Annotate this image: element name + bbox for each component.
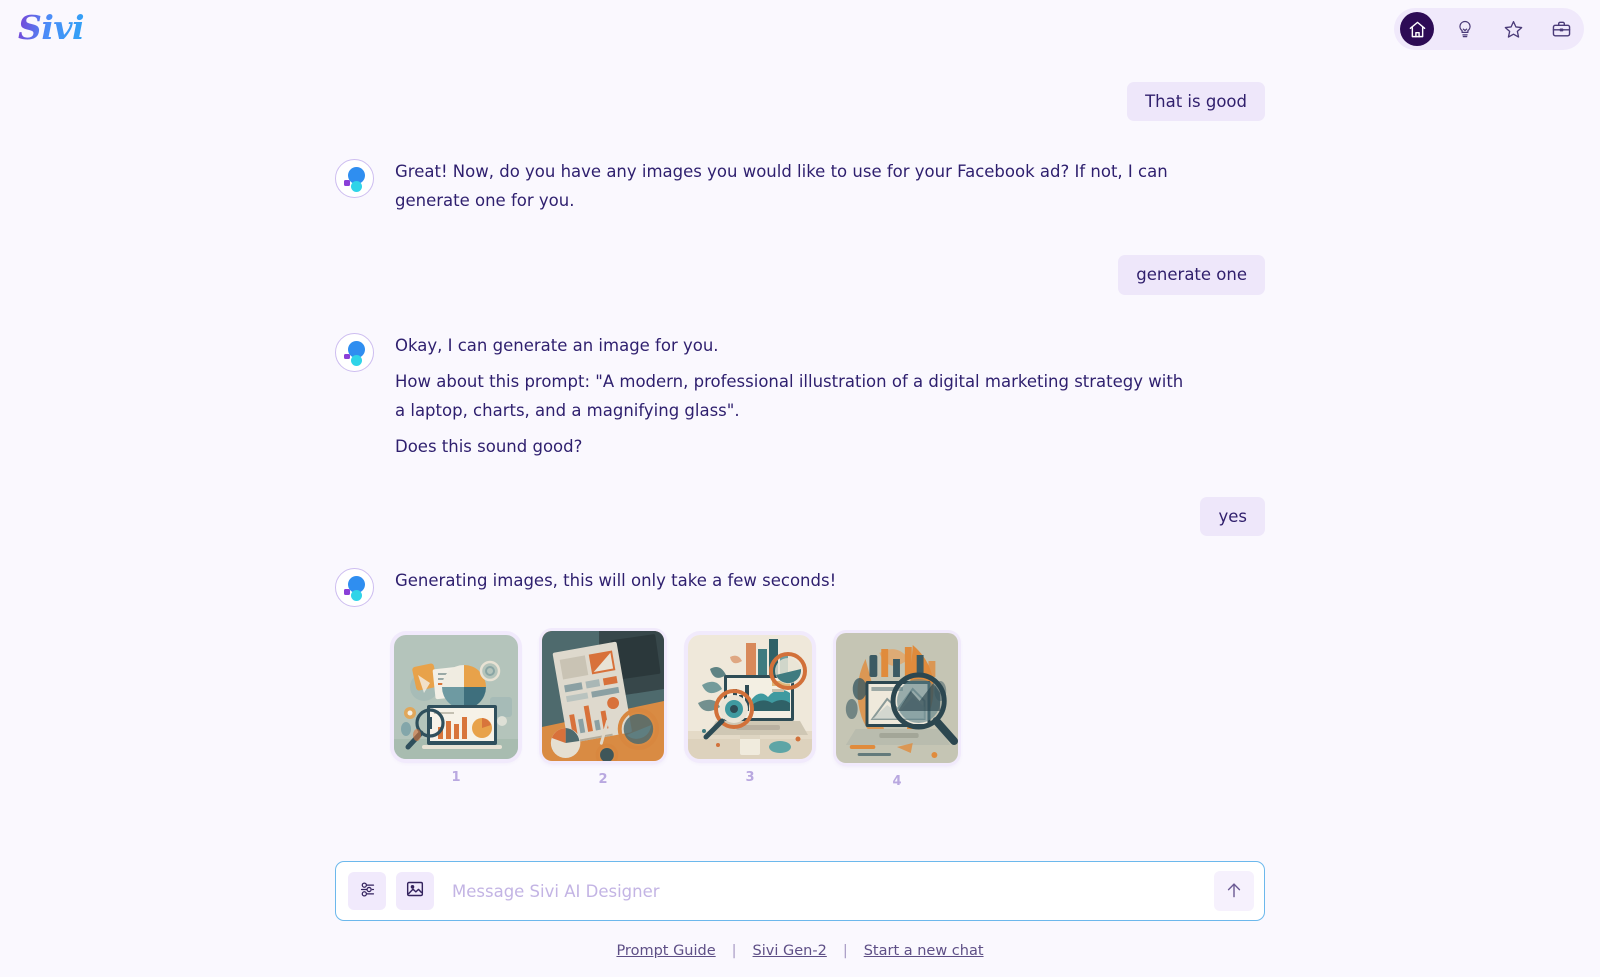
assistant-paragraph: Great! Now, do you have any images you w… <box>395 162 1168 211</box>
user-message-bubble: That is good <box>1127 82 1265 122</box>
illustration-marketing-painterly <box>688 635 812 760</box>
message-composer[interactable] <box>335 861 1265 921</box>
send-button[interactable] <box>1214 871 1254 911</box>
message-row-user: generate one <box>335 255 1265 295</box>
generated-image-number: 3 <box>745 770 755 786</box>
generated-image-number: 2 <box>598 772 608 788</box>
brand-logo[interactable]: Sivi <box>18 8 85 47</box>
avatar-purple-dot-icon <box>344 589 350 595</box>
user-message-bubble: yes <box>1200 496 1265 537</box>
footer-separator: | <box>842 943 848 959</box>
generated-image-4[interactable] <box>836 633 958 764</box>
header-nav <box>1394 8 1584 50</box>
arrow-up-icon <box>1224 880 1244 903</box>
assistant-paragraph: How about this prompt: "A modern, profes… <box>395 371 1184 420</box>
nav-favorites-button[interactable] <box>1496 12 1530 46</box>
avatar-cyan-dot-icon <box>351 590 362 602</box>
lightbulb-icon <box>1455 19 1475 39</box>
footer-link-start-new-chat[interactable]: Start a new chat <box>864 943 984 959</box>
composer-image-button[interactable] <box>396 872 434 910</box>
generated-image-item: 1 <box>394 635 518 789</box>
message-row-user: yes <box>335 496 1265 537</box>
message-row-assistant: Generating images, this will only take a… <box>335 566 1265 608</box>
image-icon <box>405 879 425 903</box>
assistant-paragraph: Generating images, this will only take a… <box>395 571 837 591</box>
nav-home-button[interactable] <box>1400 12 1434 46</box>
nav-workspace-button[interactable] <box>1544 12 1578 46</box>
assistant-paragraph: Okay, I can generate an image for you. <box>395 335 719 355</box>
avatar-cyan-dot-icon <box>351 181 362 193</box>
generated-image-grid: 1 2 3 4 <box>335 631 1265 789</box>
footer-link-sivi-gen-2[interactable]: Sivi Gen-2 <box>753 943 827 959</box>
sliders-icon <box>358 880 377 903</box>
user-message-bubble: generate one <box>1118 255 1265 295</box>
message-row-assistant: Great! Now, do you have any images you w… <box>335 157 1265 215</box>
assistant-avatar <box>335 332 374 372</box>
assistant-avatar <box>335 159 374 199</box>
footer-links: Prompt Guide | Sivi Gen-2 | Start a new … <box>0 943 1600 959</box>
illustration-marketing-photo <box>542 631 664 762</box>
assistant-message-text: Okay, I can generate an image for you. H… <box>395 331 1195 461</box>
generated-image-number: 1 <box>451 770 461 786</box>
generated-image-number: 4 <box>892 774 902 790</box>
illustration-marketing-flat <box>394 635 518 760</box>
message-row-user: That is good <box>335 82 1265 122</box>
generated-image-3[interactable] <box>688 635 812 760</box>
assistant-avatar <box>335 568 374 608</box>
generated-image-item: 4 <box>836 633 958 789</box>
avatar-purple-dot-icon <box>344 180 350 186</box>
message-thread: That is good Great! Now, do you have any… <box>335 60 1265 789</box>
footer-separator: | <box>731 943 737 959</box>
star-icon <box>1503 19 1524 40</box>
assistant-paragraph: Does this sound good? <box>395 436 583 456</box>
footer-link-prompt-guide[interactable]: Prompt Guide <box>616 943 715 959</box>
composer-area: Prompt Guide | Sivi Gen-2 | Start a new … <box>0 857 1600 977</box>
app-header: Sivi <box>0 0 1600 58</box>
chat-scroll-area[interactable]: That is good Great! Now, do you have any… <box>0 60 1600 857</box>
home-icon <box>1408 20 1427 39</box>
avatar-purple-dot-icon <box>344 353 350 360</box>
message-input[interactable] <box>452 881 1214 901</box>
generated-image-2[interactable] <box>542 631 664 762</box>
illustration-marketing-magnifier <box>836 633 958 764</box>
nav-ideas-button[interactable] <box>1448 12 1482 46</box>
avatar-cyan-dot-icon <box>351 354 362 366</box>
generated-image-item: 3 <box>688 635 812 789</box>
message-row-assistant: Okay, I can generate an image for you. H… <box>335 331 1265 461</box>
composer-settings-button[interactable] <box>348 872 386 910</box>
briefcase-icon <box>1551 19 1572 40</box>
assistant-message-text: Great! Now, do you have any images you w… <box>395 157 1195 215</box>
generated-image-1[interactable] <box>394 635 518 760</box>
assistant-message-text: Generating images, this will only take a… <box>395 566 836 595</box>
generated-image-item: 2 <box>542 631 664 789</box>
